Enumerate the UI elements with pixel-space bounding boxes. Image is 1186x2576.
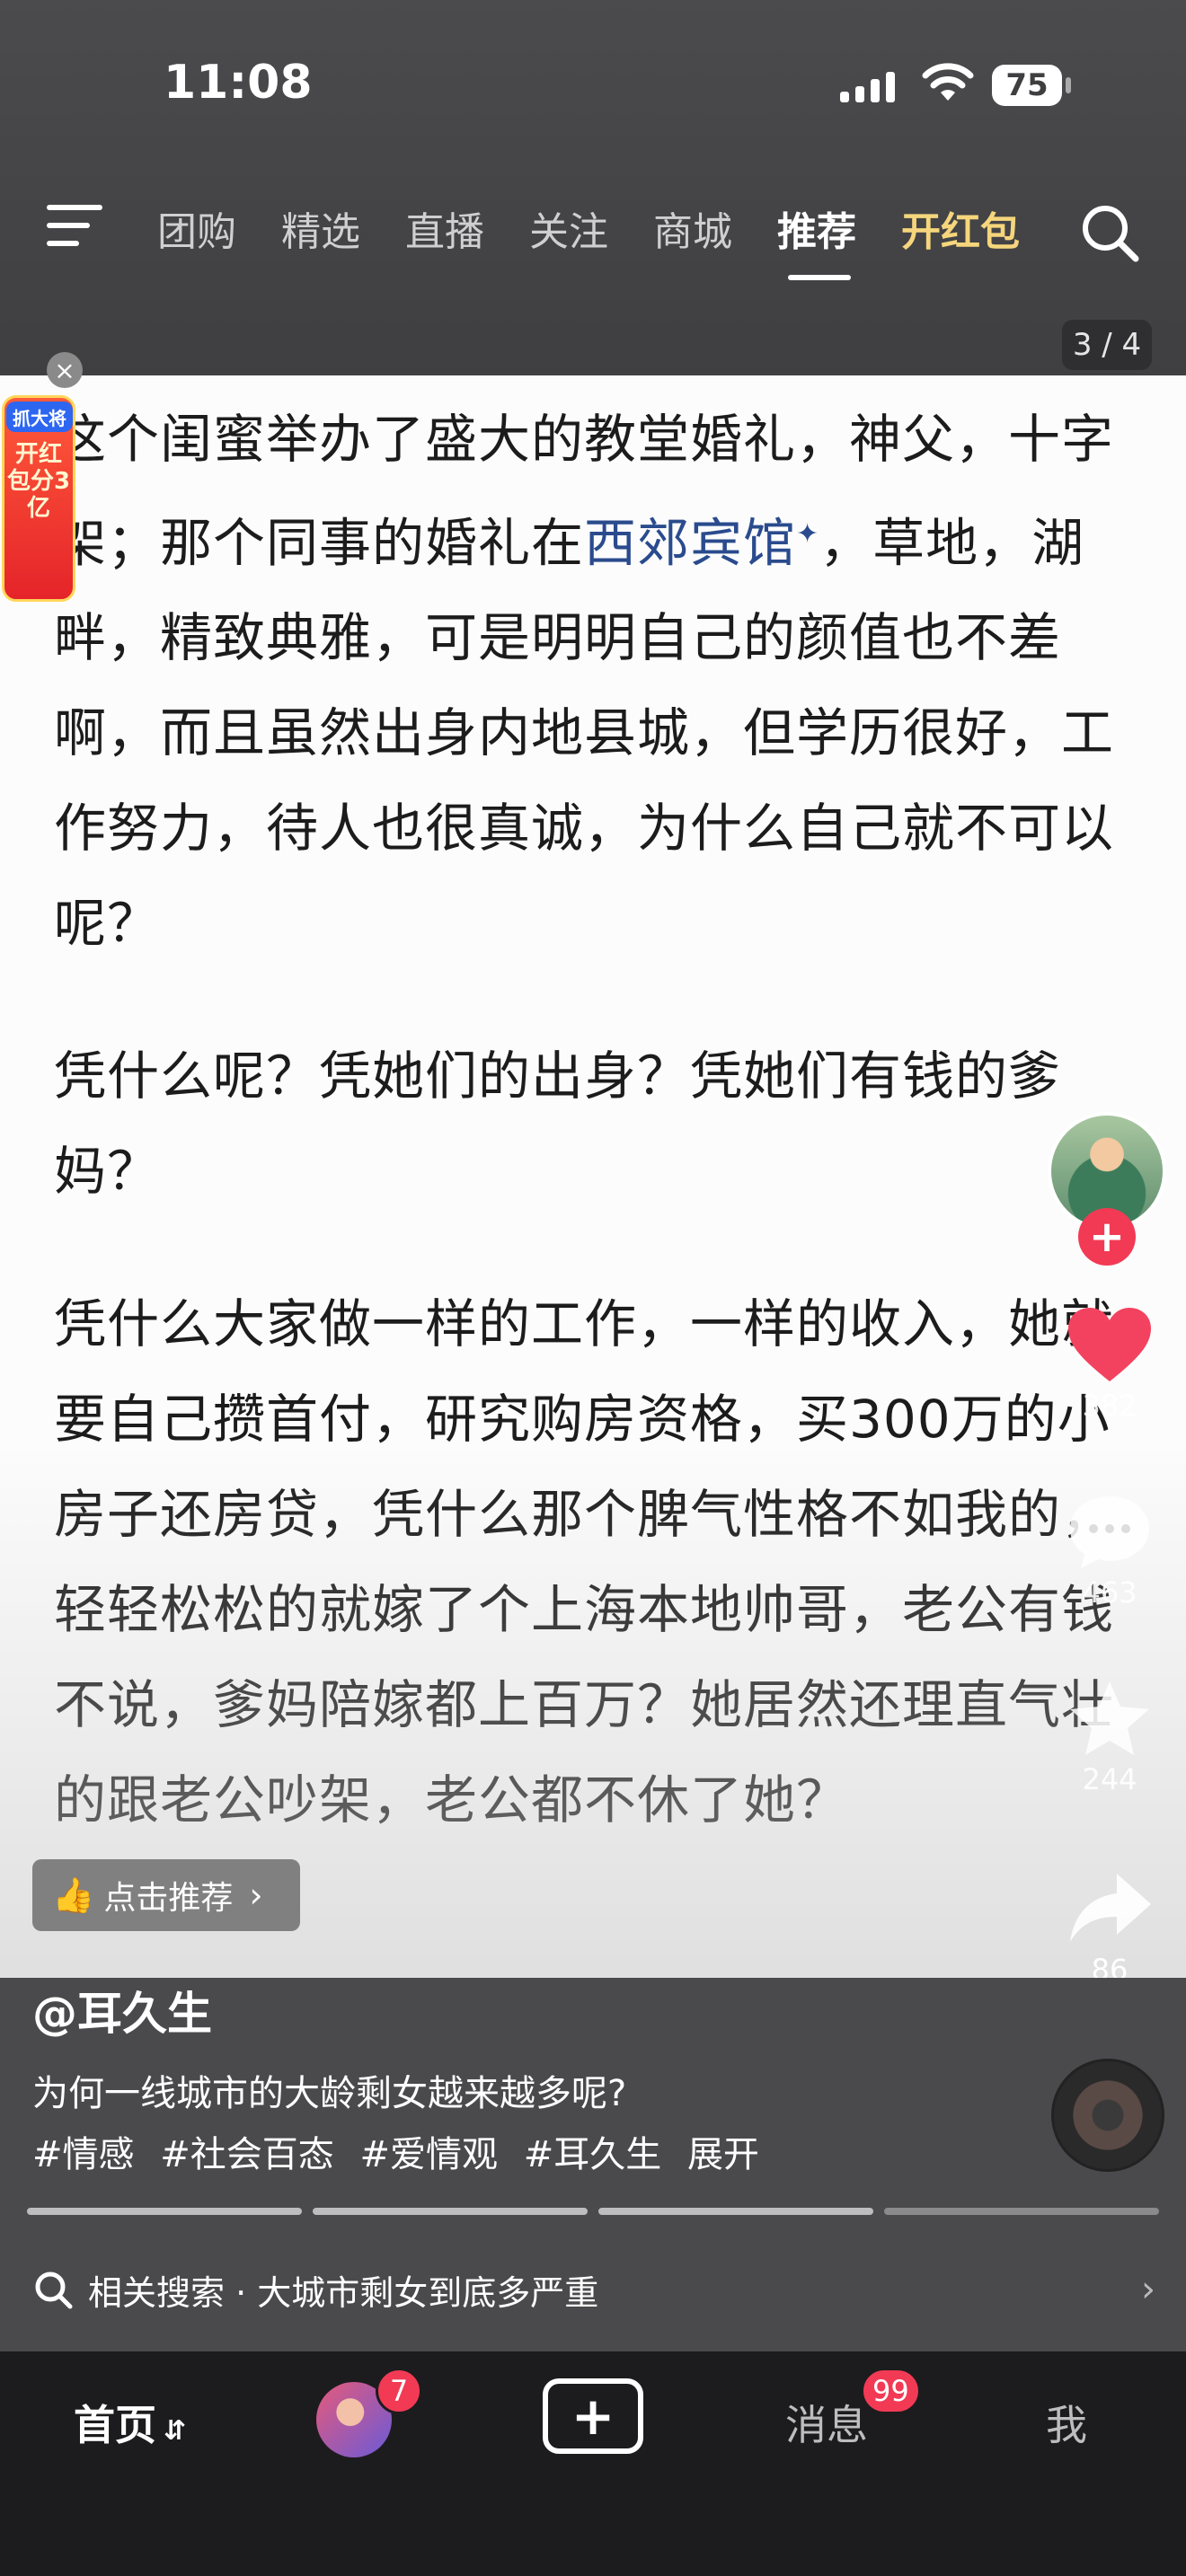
tab-me[interactable]: 我 <box>1046 2393 1087 2452</box>
expand-link[interactable]: 展开 <box>687 2134 759 2175</box>
progress-segment <box>313 2208 588 2215</box>
article-text-segment: ，草地，湖畔，精致典雅，可是明明自己的颜值也不差啊，而且虽然出身内地县城，但学历… <box>54 512 1115 955</box>
tab-messages[interactable]: 消息 <box>785 2393 868 2452</box>
hashtag-row: #情感 #社会百态 #爱情观 #耳久生 展开 <box>32 2125 774 2177</box>
comment-count: 463 <box>1082 1575 1137 1610</box>
hashtag[interactable]: #社会百态 <box>160 2134 334 2175</box>
tab-home-label: 首页 <box>74 2401 156 2449</box>
music-disc[interactable] <box>1051 2059 1164 2172</box>
hashtag[interactable]: #爱情观 <box>359 2134 498 2175</box>
switch-icon: ⇵ <box>164 2415 187 2447</box>
hongbao-float-badge[interactable]: 抓大将 开红包分3亿 <box>2 395 75 602</box>
post-description: 为何一线城市的大龄剩女越来越多呢? <box>32 2073 627 2114</box>
progress-segment <box>27 2208 302 2215</box>
tab-jingxuan[interactable]: 精选 <box>281 199 360 257</box>
status-time: 11:08 <box>164 56 313 110</box>
chevron-right-icon: › <box>249 1875 263 1915</box>
tab-shangcheng[interactable]: 商城 <box>653 199 732 257</box>
close-icon[interactable]: × <box>47 352 83 388</box>
like-count: 382 <box>1082 1389 1137 1423</box>
tab-zhibo[interactable]: 直播 <box>405 199 484 257</box>
search-icon <box>35 2272 73 2309</box>
follow-button[interactable]: + <box>1078 1208 1136 1266</box>
article-paragraph: 这个闺蜜举办了盛大的教堂婚礼，神父，十字架；那个同事的婚礼在西郊宾馆✦，草地，湖… <box>54 392 1132 971</box>
related-search-separator: · <box>235 2272 247 2313</box>
tab-kaihongbao[interactable]: 开红包 <box>901 199 1020 257</box>
create-post-button[interactable]: + <box>543 2378 643 2454</box>
progress-segment <box>598 2208 873 2215</box>
image-progress-bar <box>27 2208 1159 2215</box>
chevron-right-icon: › <box>1141 2269 1155 2310</box>
heart-icon <box>1068 1308 1151 1381</box>
bottom-tab-bar: 首页 ⇵ 7 + 消息 99 我 <box>0 2351 1186 2576</box>
comment-button[interactable]: 463 <box>1051 1491 1168 1610</box>
related-search-text: 相关搜索 · 大城市剩女到底多严重 <box>88 2265 598 2315</box>
menu-icon[interactable] <box>47 203 102 248</box>
friends-badge: 7 <box>376 2368 422 2414</box>
favorite-button[interactable]: 244 <box>1051 1678 1168 1796</box>
place-link[interactable]: 西郊宾馆 <box>584 512 796 573</box>
related-search-bar[interactable]: 相关搜索 · 大城市剩女到底多严重 › <box>32 2258 1155 2321</box>
favorite-count: 244 <box>1082 1762 1137 1796</box>
article-paragraph: 凭什么大家做一样的工作，一样的收入，她就要自己攒首付，研究购房资格，买300万的… <box>54 1293 1115 1831</box>
share-button[interactable]: 86 <box>1051 1868 1168 1987</box>
star-icon <box>1070 1681 1149 1755</box>
related-search-label: 相关搜索 <box>88 2272 226 2313</box>
related-search-query: 大城市剩女到底多严重 <box>257 2272 599 2313</box>
author-name[interactable]: @耳久生 <box>32 1978 212 2042</box>
tab-home[interactable]: 首页 ⇵ <box>74 2393 186 2452</box>
article-paragraph: 凭什么呢？凭她们的出身？凭她们有钱的爹妈？ <box>54 1045 1062 1203</box>
progress-segment <box>884 2208 1159 2215</box>
top-nav: 团购 精选 直播 关注 商城 推荐 开红包 <box>0 189 1186 280</box>
hongbao-text: 开红包分3亿 <box>6 441 71 522</box>
post-info-panel: @耳久生 为何一线城市的大龄剩女越来越多呢? #情感 #社会百态 #爱情观 #耳… <box>0 1978 1186 2351</box>
page-counter: 3 / 4 <box>1062 320 1152 370</box>
battery-indicator: 75 <box>992 65 1062 106</box>
comment-icon <box>1070 1496 1149 1568</box>
share-arrow-icon <box>1070 1874 1151 1942</box>
sparkle-icon: ✦ <box>796 518 820 550</box>
thumbs-up-icon: 👍 <box>52 1875 95 1915</box>
recommend-button[interactable]: 👍 点击推荐 › <box>32 1859 300 1931</box>
active-tab-indicator <box>788 275 851 280</box>
tab-tuijian[interactable]: 推荐 <box>777 199 856 257</box>
article-text: 这个闺蜜举办了盛大的教堂婚礼，神父，十字架；那个同事的婚礼在西郊宾馆✦，草地，湖… <box>54 392 1132 1905</box>
recommend-label: 点击推荐 <box>103 1880 234 1917</box>
cellular-signal-icon <box>840 66 895 102</box>
messages-badge: 99 <box>861 2368 921 2414</box>
search-icon[interactable] <box>1078 201 1141 264</box>
hashtag[interactable]: #耳久生 <box>524 2134 662 2175</box>
tab-guanzhu[interactable]: 关注 <box>529 199 608 257</box>
battery-cap <box>1066 77 1071 93</box>
post-content-page[interactable]: 这个闺蜜举办了盛大的教堂婚礼，神父，十字架；那个同事的婚礼在西郊宾馆✦，草地，湖… <box>0 375 1186 1978</box>
hongbao-brand: 抓大将 <box>6 401 73 432</box>
wifi-icon <box>922 63 974 101</box>
like-button[interactable]: 382 <box>1051 1304 1168 1423</box>
hashtag[interactable]: #情感 <box>32 2134 135 2175</box>
tab-tuangou[interactable]: 团购 <box>157 199 236 257</box>
top-header: 11:08 75 团购 精选 直播 关注 商城 推荐 开红包 3 / 4 <box>0 0 1186 375</box>
